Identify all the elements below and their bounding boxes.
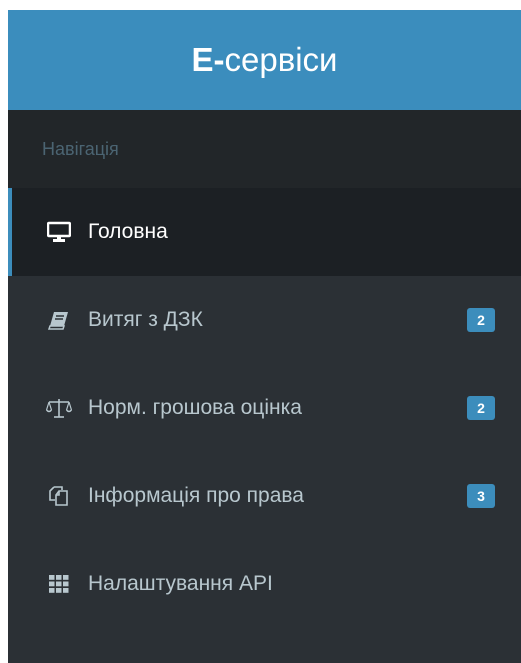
sidebar-item-valuation[interactable]: Норм. грошова оцінка 2 bbox=[8, 364, 521, 452]
copy-documents-icon bbox=[46, 484, 72, 508]
nav-heading: Навігація bbox=[8, 110, 521, 188]
count-badge: 2 bbox=[467, 396, 495, 420]
header-title-rest: сервіси bbox=[224, 41, 338, 78]
sidebar-item-extract[interactable]: Витяг з ДЗК 2 bbox=[8, 276, 521, 364]
sidebar-item-label: Норм. грошова оцінка bbox=[88, 396, 302, 419]
sidebar-item-label: Витяг з ДЗК bbox=[88, 308, 203, 331]
scales-icon bbox=[46, 396, 72, 420]
sidebar-item-rights-info[interactable]: Інформація про права 3 bbox=[8, 452, 521, 540]
sidebar-item-label: Налаштування API bbox=[88, 572, 273, 595]
count-badge: 2 bbox=[467, 308, 495, 332]
sidebar-header[interactable]: E-сервіси bbox=[8, 10, 521, 110]
monitor-icon bbox=[46, 220, 72, 244]
sidebar-item-label: Інформація про права bbox=[88, 484, 304, 507]
count-badge: 3 bbox=[467, 484, 495, 508]
sidebar-item-api-settings[interactable]: Налаштування API bbox=[8, 540, 521, 628]
header-title-prefix: E- bbox=[191, 41, 225, 78]
book-icon bbox=[46, 308, 72, 332]
grid-icon bbox=[46, 572, 72, 596]
sidebar-item-label: Головна bbox=[88, 220, 168, 243]
sidebar: E-сервіси Навігація Головна Витяг з ДЗК … bbox=[8, 10, 521, 663]
sidebar-item-home[interactable]: Головна bbox=[8, 188, 521, 276]
